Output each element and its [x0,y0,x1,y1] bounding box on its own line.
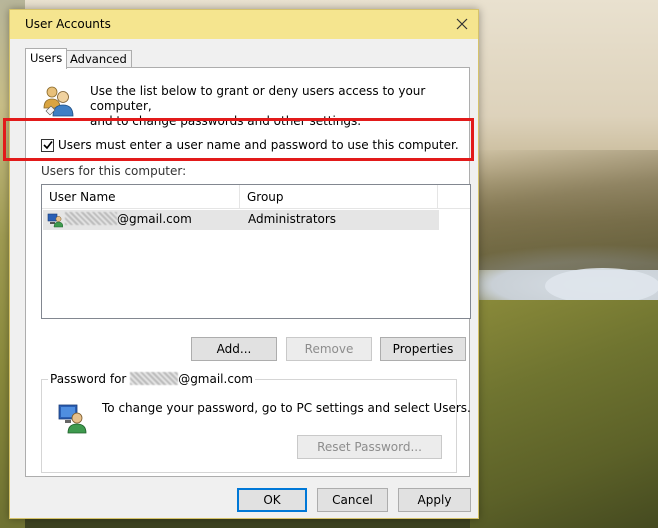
table-row[interactable]: @gmail.com Administrators [43,210,439,230]
user-email-suffix: @gmail.com [117,212,192,226]
user-list[interactable]: User Name Group @gmail.com Administrator… [41,184,471,319]
users-for-computer-label: Users for this computer: [41,164,187,178]
intro-line-2: and to change passwords and other settin… [90,114,362,128]
password-instructions: To change your password, go to PC settin… [102,401,471,415]
intro-text: Use the list below to grant or deny user… [90,84,460,129]
ok-button[interactable]: OK [237,488,307,512]
tab-users[interactable]: Users [25,48,68,69]
apply-button[interactable]: Apply [398,488,471,512]
list-header: User Name Group [42,185,470,209]
cancel-button[interactable]: Cancel [317,488,388,512]
remove-user-button[interactable]: Remove [286,337,372,361]
redacted-username [65,212,117,225]
reset-password-button[interactable]: Reset Password... [297,435,442,459]
password-groupbox: Password for @gmail.com To change your p… [41,372,471,473]
window-title: User Accounts [25,17,111,31]
require-login-row[interactable]: Users must enter a user name and passwor… [41,138,459,152]
require-login-label[interactable]: Users must enter a user name and passwor… [58,138,459,152]
add-user-button[interactable]: Add... [191,337,277,361]
column-header-group[interactable]: Group [240,185,438,209]
title-bar[interactable]: User Accounts [10,10,478,39]
user-accounts-dialog: User Accounts Users Advanced Use the lis… [9,9,479,519]
require-login-checkbox[interactable] [41,138,54,152]
desktop-wallpaper-lake [545,268,658,304]
column-header-user-name[interactable]: User Name [42,185,240,209]
redacted-username [130,372,179,385]
desktop-wallpaper-hill [470,300,658,528]
desktop-wallpaper-ridge [470,150,658,270]
close-icon [456,18,468,30]
checkmark-icon [42,141,53,150]
password-group-legend: Password for @gmail.com [48,372,255,386]
users-group-icon [43,86,74,117]
users-tab-panel: Use the list below to grant or deny user… [25,67,471,477]
password-legend-suffix: @gmail.com [178,372,253,386]
user-icon [47,213,63,228]
user-computer-icon [58,404,87,434]
close-button[interactable] [450,12,474,36]
password-legend-prefix: Password for [50,372,131,386]
tab-advanced[interactable]: Advanced [65,50,132,68]
properties-button[interactable]: Properties [380,337,466,361]
user-group-cell: Administrators [248,212,337,226]
user-name-cell: @gmail.com [65,212,192,226]
intro-line-1: Use the list below to grant or deny user… [90,84,426,113]
